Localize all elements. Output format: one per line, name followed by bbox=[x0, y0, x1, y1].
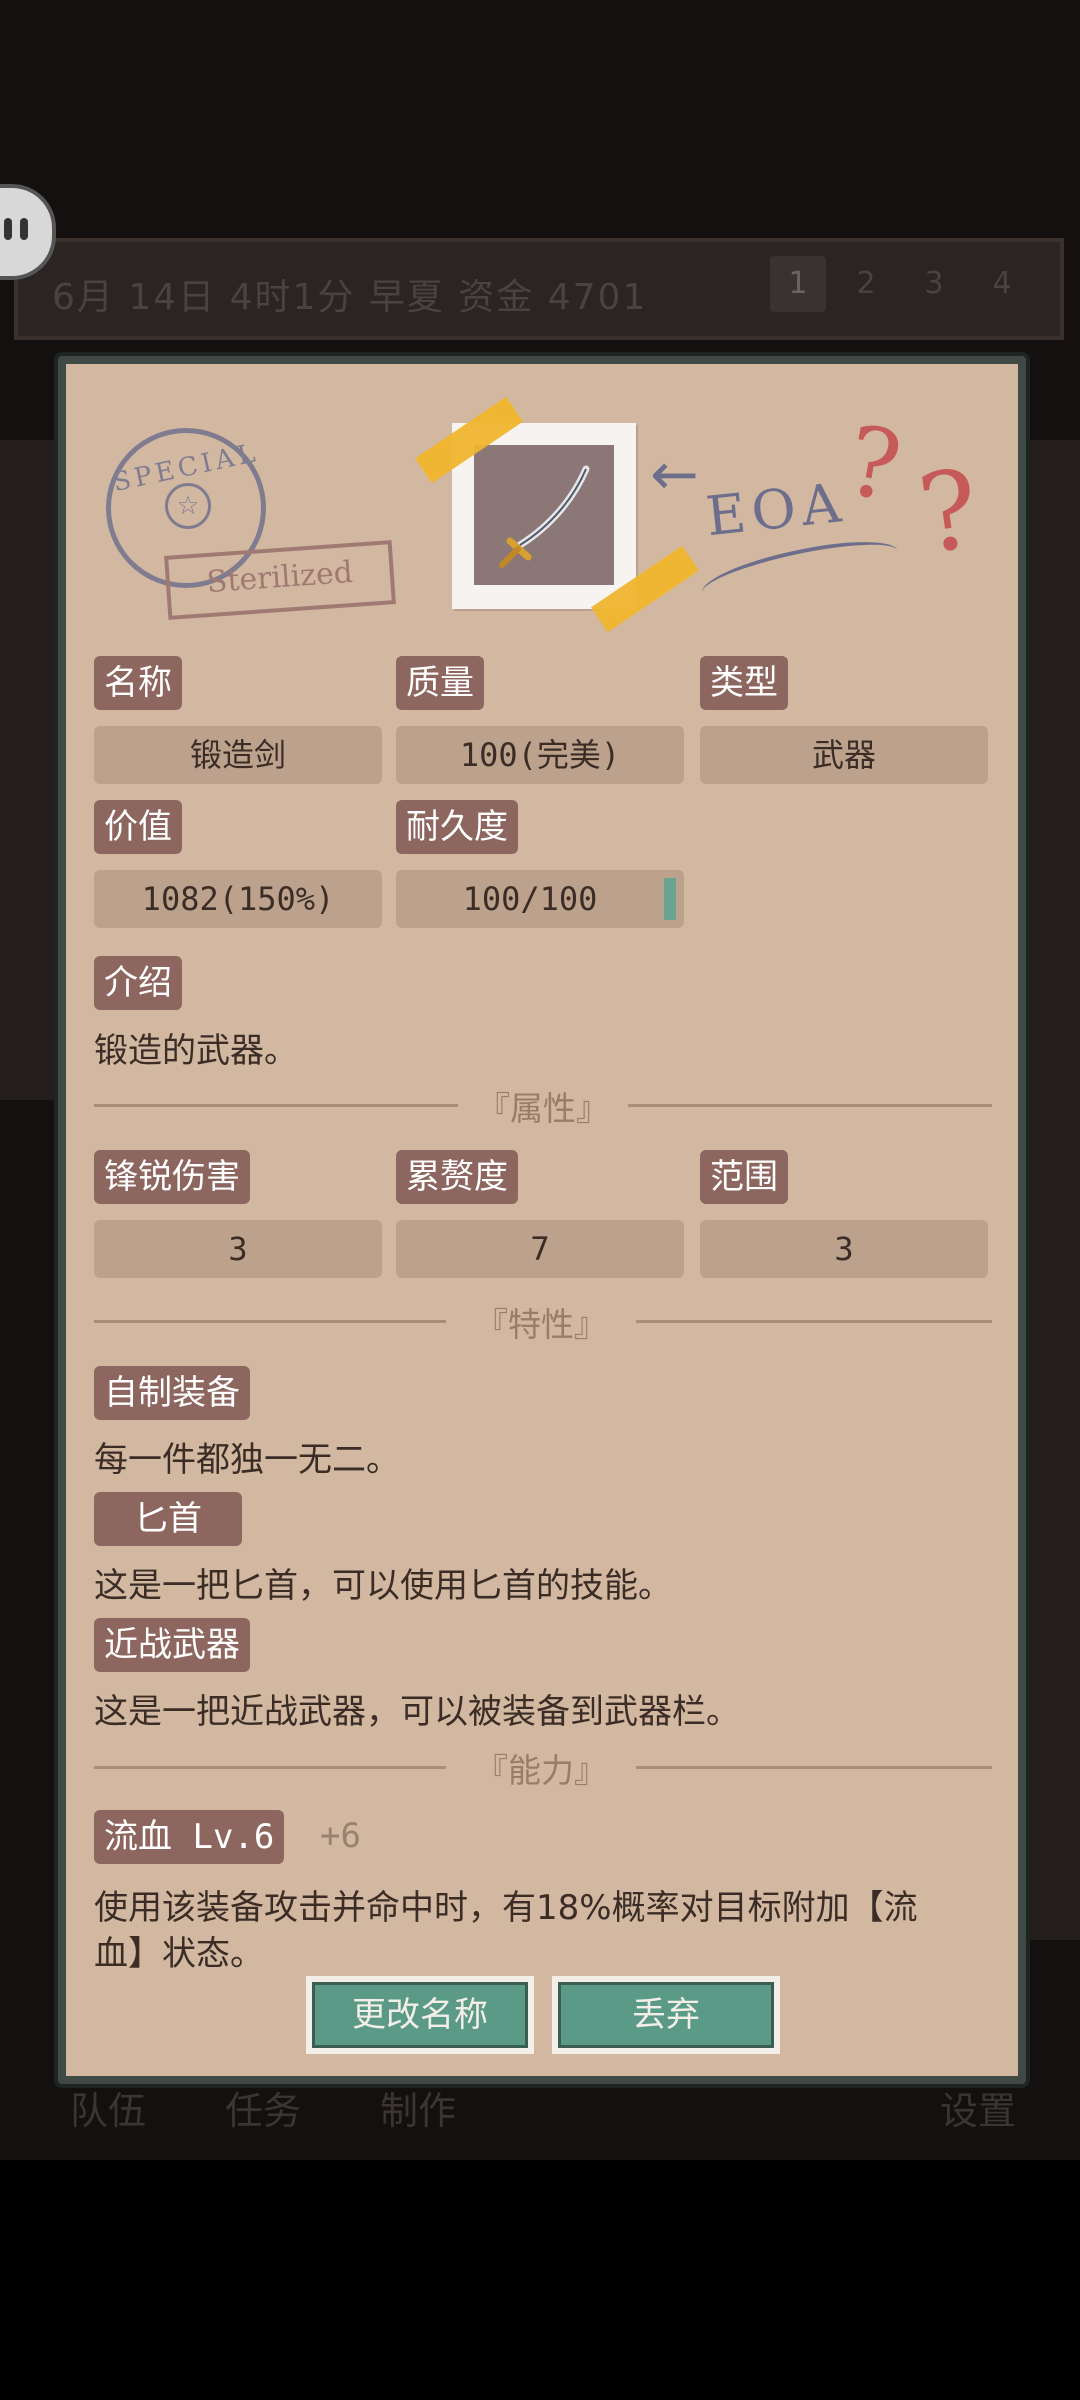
rename-button[interactable]: 更改名称 bbox=[306, 1976, 534, 2054]
traits-title: 『特性』 bbox=[475, 1305, 607, 1344]
price-value: 1082(150%) bbox=[94, 870, 382, 928]
attr-value-range: 3 bbox=[700, 1220, 988, 1278]
ability-text-line1: 使用该装备攻击并命中时，有18%概率对目标附加【流 bbox=[94, 1888, 918, 1928]
discard-button[interactable]: 丢弃 bbox=[552, 1976, 780, 2054]
intro-label: 介绍 bbox=[94, 956, 182, 1010]
abilities-divider-right bbox=[636, 1766, 992, 1769]
attributes-title: 『属性』 bbox=[477, 1089, 609, 1128]
attr-value-sharp-damage: 3 bbox=[94, 1220, 382, 1278]
ability-label-bleed: 流血 Lv.6 bbox=[94, 1810, 285, 1864]
page-tab-3[interactable]: 3 bbox=[906, 256, 962, 312]
trait-label-handmade: 自制装备 bbox=[94, 1366, 250, 1420]
durability-label: 耐久度 bbox=[396, 800, 518, 854]
background-panel-left bbox=[0, 440, 60, 1100]
abilities-divider-left bbox=[94, 1766, 446, 1769]
background-panel-right bbox=[1030, 440, 1080, 1940]
trait-text-melee: 这是一把近战武器，可以被装备到武器栏。 bbox=[94, 1692, 740, 1732]
trait-text-handmade: 每一件都独一无二。 bbox=[94, 1440, 400, 1480]
status-text: 6月 14日 4时1分 早夏 资金 4701 bbox=[52, 277, 648, 318]
type-label: 类型 bbox=[700, 656, 788, 710]
traits-divider-right bbox=[636, 1320, 992, 1323]
star-icon: ☆ bbox=[165, 483, 211, 529]
item-image bbox=[474, 445, 614, 585]
durability-bar bbox=[664, 878, 676, 920]
nav-craft[interactable]: 制作 bbox=[380, 2080, 456, 2135]
page-tab-1[interactable]: 1 bbox=[770, 256, 826, 312]
ability-bonus: +6 bbox=[320, 1816, 361, 1856]
page-tabs: 1 2 3 4 bbox=[770, 256, 1030, 312]
page-tab-4[interactable]: 4 bbox=[974, 256, 1030, 312]
durability-text: 100/100 bbox=[462, 880, 598, 918]
nav-settings[interactable]: 设置 bbox=[940, 2080, 1016, 2135]
sword-icon bbox=[499, 465, 590, 568]
attributes-divider-right bbox=[628, 1104, 992, 1107]
traits-divider-left bbox=[94, 1320, 446, 1323]
intro-text: 锻造的武器。 bbox=[94, 1031, 298, 1071]
attr-label-encumbrance: 累赘度 bbox=[396, 1150, 518, 1204]
attr-value-encumbrance: 7 bbox=[396, 1220, 684, 1278]
quality-value: 100(完美) bbox=[396, 726, 684, 784]
attributes-divider-left bbox=[94, 1104, 458, 1107]
name-value: 锻造剑 bbox=[94, 726, 382, 784]
trait-label-dagger: 匕首 bbox=[94, 1492, 242, 1546]
trait-text-dagger: 这是一把匕首，可以使用匕首的技能。 bbox=[94, 1566, 672, 1606]
trait-label-melee: 近战武器 bbox=[94, 1618, 250, 1672]
quality-label: 质量 bbox=[396, 656, 484, 710]
attr-label-sharp-damage: 锋锐伤害 bbox=[94, 1150, 250, 1204]
ability-text-line2: 血】状态。 bbox=[94, 1934, 264, 1974]
abilities-title: 『能力』 bbox=[475, 1751, 607, 1790]
page-tab-2[interactable]: 2 bbox=[838, 256, 894, 312]
attr-label-range: 范围 bbox=[700, 1150, 788, 1204]
durability-value: 100/100 bbox=[396, 870, 684, 928]
nav-team[interactable]: 队伍 bbox=[70, 2080, 146, 2135]
name-label: 名称 bbox=[94, 656, 182, 710]
arrow-icon: ← bbox=[650, 440, 699, 508]
price-label: 价值 bbox=[94, 800, 182, 854]
nav-tasks[interactable]: 任务 bbox=[225, 2080, 301, 2135]
top-status-bar: 6月 14日 4时1分 早夏 资金 4701 1 2 3 4 bbox=[14, 238, 1064, 340]
type-value: 武器 bbox=[700, 726, 988, 784]
